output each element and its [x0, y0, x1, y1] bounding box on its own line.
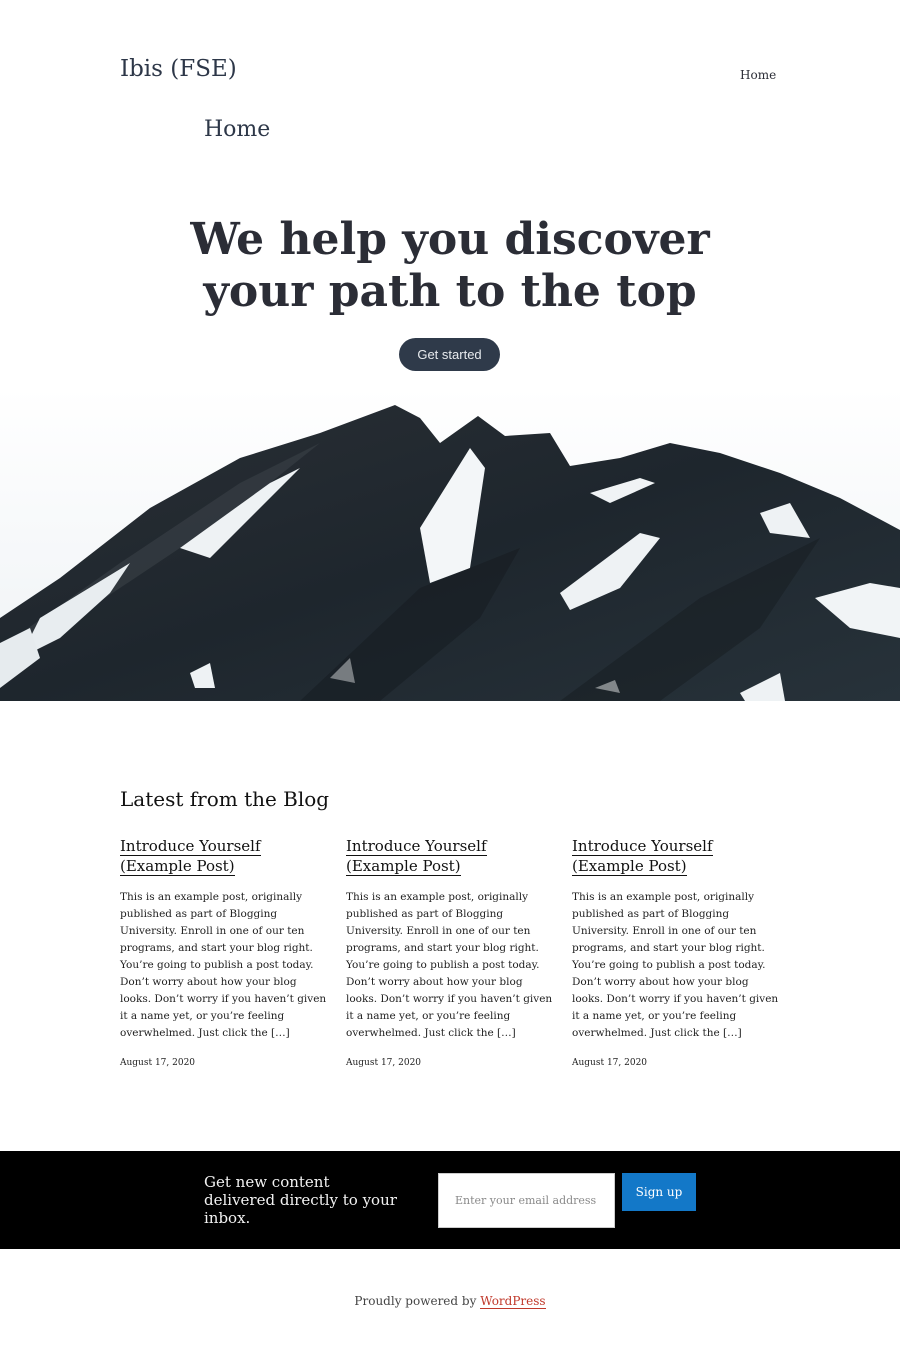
- post-excerpt: This is an example post, originally publ…: [572, 891, 779, 1039]
- wordpress-link[interactable]: WordPress: [480, 1294, 546, 1309]
- post-title-link[interactable]: Introduce Yourself (Example Post): [572, 836, 782, 876]
- site-title[interactable]: Ibis (FSE): [120, 56, 237, 82]
- post-title-link[interactable]: Introduce Yourself (Example Post): [120, 836, 330, 876]
- blog-post-card: Introduce Yourself (Example Post) This i…: [572, 836, 782, 1068]
- hero-heading-line-1: We help you discover: [190, 214, 710, 265]
- hero-heading: We help you discover your path to the to…: [150, 214, 750, 318]
- mountain-hero-image: [0, 388, 900, 701]
- post-date: August 17, 2020: [120, 1058, 196, 1068]
- blog-post-card: Introduce Yourself (Example Post) This i…: [120, 836, 330, 1068]
- post-excerpt: This is an example post, originally publ…: [120, 891, 327, 1039]
- blog-post-card: Introduce Yourself (Example Post) This i…: [346, 836, 556, 1068]
- newsletter-section: Get new content delivered directly to yo…: [0, 1151, 900, 1249]
- post-excerpt: This is an example post, originally publ…: [346, 891, 553, 1039]
- nav-item-home[interactable]: Home: [740, 68, 776, 82]
- post-date: August 17, 2020: [346, 1058, 422, 1068]
- post-title-link[interactable]: Introduce Yourself (Example Post): [346, 836, 556, 876]
- footer-prefix: Proudly powered by: [354, 1294, 477, 1308]
- post-date: August 17, 2020: [572, 1058, 648, 1068]
- signup-button[interactable]: Sign up: [622, 1173, 696, 1211]
- get-started-button[interactable]: Get started: [399, 338, 500, 371]
- newsletter-text: Get new content delivered directly to yo…: [204, 1173, 397, 1227]
- footer-credit: Proudly powered by WordPress: [0, 1294, 900, 1309]
- email-field[interactable]: [438, 1173, 615, 1228]
- blog-section-heading: Latest from the Blog: [120, 787, 330, 811]
- page-title: Home: [204, 117, 271, 142]
- hero-heading-line-2: your path to the top: [203, 266, 697, 317]
